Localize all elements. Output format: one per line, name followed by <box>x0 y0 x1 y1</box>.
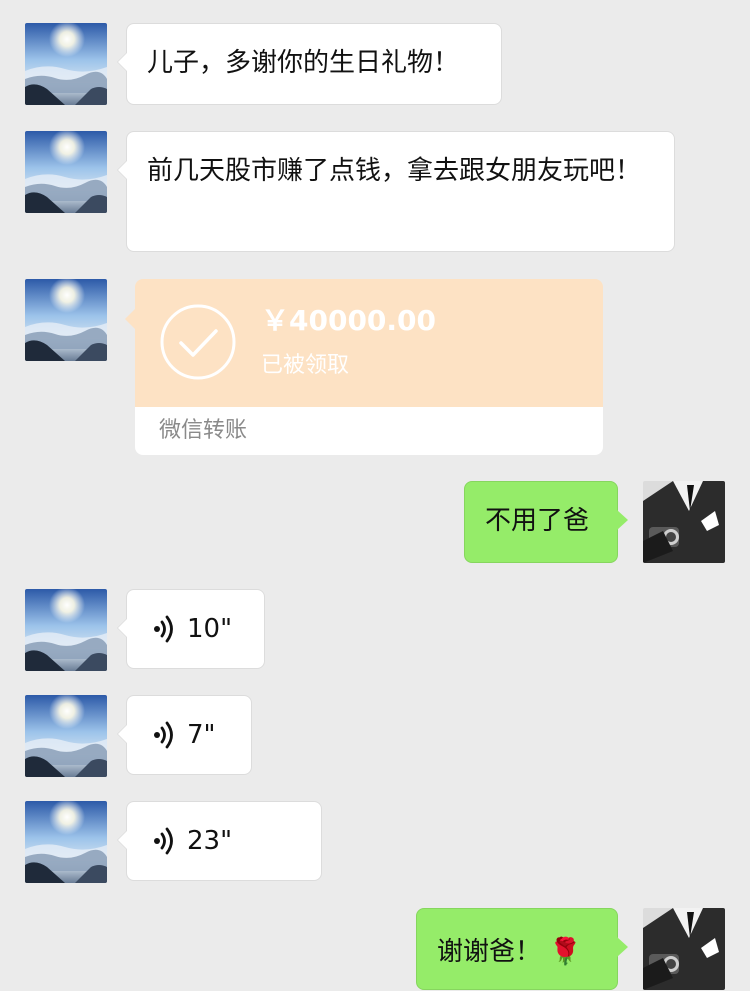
message-text: 儿子，多谢你的生日礼物！ <box>147 48 460 78</box>
message-bubble-self[interactable]: 谢谢爸！ 🌹 <box>416 908 628 991</box>
father-avatar[interactable] <box>25 279 107 361</box>
suited-man-watch-avatar-icon <box>643 908 725 990</box>
voice-message[interactable]: 7" <box>117 695 252 775</box>
transfer-label: 微信转账 <box>135 407 603 455</box>
voice-wave-icon <box>153 614 179 644</box>
father-avatar[interactable] <box>25 695 107 777</box>
mountain-sunrise-avatar-icon <box>25 801 107 883</box>
mountain-sunrise-avatar-icon <box>25 279 107 361</box>
message-bubble[interactable]: 前几天股市赚了点钱，拿去跟女朋友玩吧！ <box>117 131 675 252</box>
message-text: 不用了爸 <box>485 506 590 536</box>
message-text: 谢谢爸！ <box>437 937 542 967</box>
father-avatar[interactable] <box>25 131 107 213</box>
transfer-amount: ￥40000.00 <box>261 304 437 337</box>
wechat-transfer-card[interactable]: ￥40000.00 已被领取 微信转账 <box>125 279 603 455</box>
transfer-status: 已被领取 <box>261 353 350 378</box>
mountain-sunrise-avatar-icon <box>25 131 107 213</box>
message-bubble[interactable]: 儿子，多谢你的生日礼物！ <box>117 23 502 105</box>
voice-duration: 23" <box>187 826 233 856</box>
father-avatar[interactable] <box>25 801 107 883</box>
voice-duration: 7" <box>187 720 216 750</box>
check-circle-icon <box>160 304 236 380</box>
son-avatar[interactable] <box>643 481 725 563</box>
voice-wave-icon <box>153 826 179 856</box>
voice-message[interactable]: 23" <box>117 801 322 881</box>
message-bubble-self[interactable]: 不用了爸 <box>464 481 628 563</box>
voice-message[interactable]: 10" <box>117 589 265 669</box>
voice-wave-icon <box>153 720 179 750</box>
father-avatar[interactable] <box>25 589 107 671</box>
message-text: 前几天股市赚了点钱，拿去跟女朋友玩吧！ <box>147 156 642 186</box>
suited-man-watch-avatar-icon <box>643 481 725 563</box>
mountain-sunrise-avatar-icon <box>25 23 107 105</box>
rose-emoji: 🌹 <box>549 937 582 967</box>
father-avatar[interactable] <box>25 23 107 105</box>
mountain-sunrise-avatar-icon <box>25 589 107 671</box>
transfer-body: ￥40000.00 已被领取 <box>135 279 603 407</box>
son-avatar[interactable] <box>643 908 725 990</box>
mountain-sunrise-avatar-icon <box>25 695 107 777</box>
voice-duration: 10" <box>187 614 233 644</box>
message-content: 谢谢爸！ 🌹 <box>417 909 617 991</box>
